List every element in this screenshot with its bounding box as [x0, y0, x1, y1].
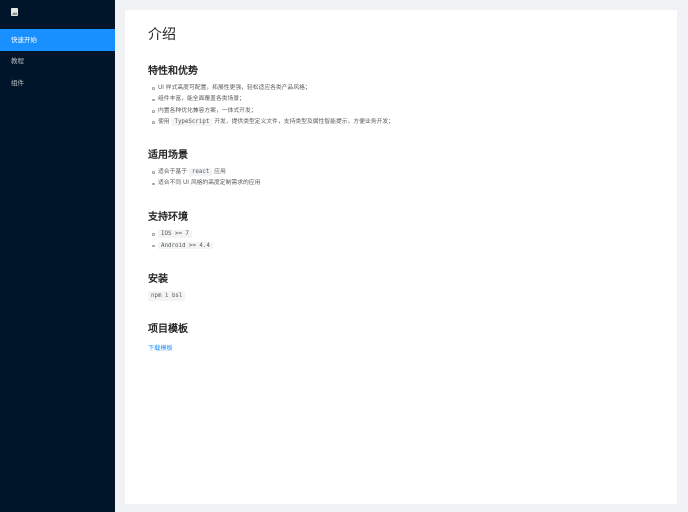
list-item-text: 应用	[214, 169, 226, 175]
usage-list: 适合于基于 react 应用 适合不同 UI 风格的高度定制需求的应用	[151, 167, 260, 190]
section-heading-install: 安装	[148, 274, 168, 285]
list-item-text: 使用	[158, 118, 170, 125]
sidebar: 快速开始 教程 组件	[0, 0, 115, 512]
page-title: 介绍	[148, 27, 176, 43]
broken-image-icon	[11, 8, 19, 16]
inline-code: IOS >= 7	[158, 230, 192, 238]
inline-code: TypeScript	[171, 118, 213, 126]
download-template-link[interactable]: 下载模板	[148, 343, 173, 352]
list-item-text: 适合于基于	[158, 169, 187, 175]
list-item-text: 开发，提供类型定义文件，支持类型及属性智能提示，方便业务开发；	[214, 118, 394, 125]
list-item: IOS >= 7	[152, 229, 213, 240]
list-item: 适合于基于 react 应用	[151, 167, 260, 178]
section-heading-usage: 适用场景	[148, 150, 188, 161]
list-item: 适合不同 UI 风格的高度定制需求的应用	[151, 178, 260, 189]
list-item: 内置各种优化兼容方案，一体式开发；	[152, 106, 394, 117]
list-item: Android >= 4.4	[152, 240, 213, 251]
list-item: 使用 TypeScript 开发，提供类型定义文件，支持类型及属性智能提示，方便…	[152, 117, 394, 128]
list-item: 组件丰富，能全面覆盖各类场景；	[152, 94, 394, 105]
section-heading-features: 特性和优势	[148, 66, 198, 77]
content-card: 介绍 特性和优势 UI 样式高度可配置，拓展性更强，轻松适应各类产品风格； 组件…	[125, 10, 677, 504]
sidebar-item-components[interactable]: 组件	[0, 72, 115, 94]
environment-list: IOS >= 7 Android >= 4.4	[152, 229, 213, 252]
inline-code: Android >= 4.4	[158, 241, 213, 250]
sidebar-item-tutorial[interactable]: 教程	[0, 50, 115, 72]
sidebar-item-quick-start[interactable]: 快速开始	[0, 29, 115, 51]
section-heading-template: 项目模板	[148, 324, 188, 335]
list-item: UI 样式高度可配置，拓展性更强，轻松适应各类产品风格；	[152, 83, 394, 94]
features-list: UI 样式高度可配置，拓展性更强，轻松适应各类产品风格； 组件丰富，能全面覆盖各…	[152, 83, 394, 128]
inline-code: react	[188, 168, 213, 176]
section-heading-environment: 支持环境	[148, 212, 188, 223]
install-command: npm i bsl	[148, 291, 186, 301]
